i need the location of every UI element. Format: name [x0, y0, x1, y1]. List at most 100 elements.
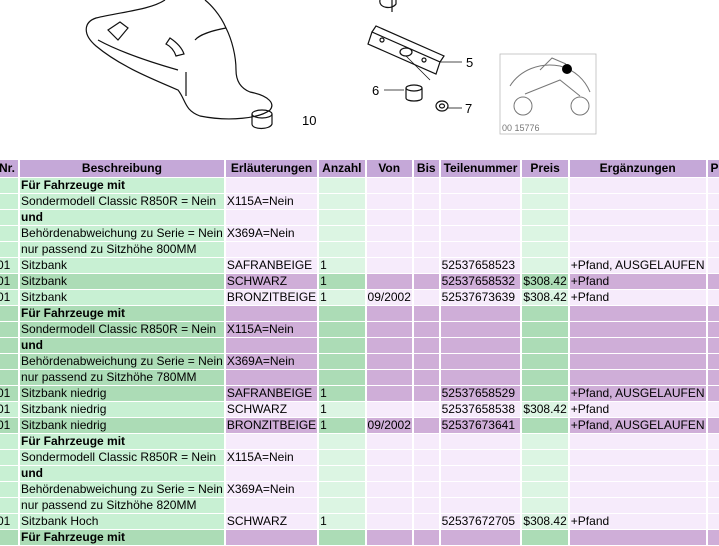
table-row[interactable]: 01 Sitzbank niedrig BRONZITBEIGE 1 09/2002 52… [0, 418, 719, 433]
condition-text: nur passend zu Sitzhöhe 800MM [20, 242, 224, 257]
condition-text: Behördenabweichung zu Serie = Nein [20, 482, 224, 497]
grommet-7 [435, 100, 449, 112]
table-row[interactable]: 01 Sitzbank niedrig SAFRANBEIGE 1 5253765852… [0, 386, 719, 401]
condition-code: X115A=Nein [225, 194, 318, 209]
valid-from-cell [366, 386, 412, 401]
column-header[interactable]: Erläuterungen [225, 160, 318, 177]
quantity-cell: 1 [319, 274, 365, 289]
empty-cell [440, 178, 521, 193]
column-header[interactable]: Ergänzungen [569, 160, 706, 177]
empty-cell [319, 338, 365, 353]
condition-label: nur passend zu Sitzhöhe 800MM [21, 242, 197, 256]
condition-text: Sondermodell Classic R850R = Nein [20, 194, 224, 209]
explanation-cell: SAFRANBEIGE [225, 386, 318, 401]
empty-cell [413, 450, 439, 465]
quantity-cell: 1 [319, 418, 365, 433]
empty-cell [0, 498, 19, 513]
quantity-cell: 1 [319, 402, 365, 417]
part-number-cell[interactable]: 52537658529 [440, 386, 521, 401]
table-row[interactable]: 01 Sitzbank BRONZITBEIGE 1 09/2002 5253767363… [0, 290, 719, 305]
column-header[interactable]: Bis [413, 160, 439, 177]
empty-cell [707, 210, 719, 225]
empty-cell [319, 370, 365, 385]
part-number-cell[interactable]: 52537658523 [440, 258, 521, 273]
empty-cell [707, 530, 719, 545]
empty-cell [707, 434, 719, 449]
column-header[interactable]: Beschreibung [20, 160, 224, 177]
empty-cell [319, 322, 365, 337]
empty-cell [569, 242, 706, 257]
column-header[interactable]: Teilenummer [440, 160, 521, 177]
empty-cell [569, 354, 706, 369]
empty-cell [522, 242, 568, 257]
location-marker [562, 64, 572, 74]
empty-cell [319, 466, 365, 481]
empty-cell [707, 242, 719, 257]
ph-cell [707, 290, 719, 305]
empty-cell [0, 338, 19, 353]
part-number-cell[interactable]: 52537673639 [440, 290, 521, 305]
empty-cell [0, 466, 19, 481]
bracket-drawing [367, 0, 445, 75]
condition-label: nur passend zu Sitzhöhe 780MM [21, 370, 197, 384]
empty-cell [569, 434, 706, 449]
empty-cell [413, 498, 439, 513]
valid-until-cell [413, 402, 439, 417]
empty-cell [413, 482, 439, 497]
table-row[interactable]: 01 Sitzbank niedrig SCHWARZ 1 52537658538 $30… [0, 402, 719, 417]
table-row[interactable]: 01 Sitzbank SAFRANBEIGE 1 52537658523 +Pfand,… [0, 258, 719, 273]
price-cell [522, 418, 568, 433]
description-cell: Sitzbank [20, 258, 224, 273]
price-cell [522, 258, 568, 273]
supplements-cell: +Pfand [569, 514, 706, 529]
table-row[interactable]: 01 Sitzbank Hoch SCHWARZ 1 52537672705 $308.4… [0, 514, 719, 529]
empty-cell [440, 498, 521, 513]
empty-cell [0, 450, 19, 465]
column-header[interactable]: Ph [707, 160, 719, 177]
group-condition-row: Sondermodell Classic R850R = Nein X115A=N… [0, 194, 719, 209]
empty-cell [569, 210, 706, 225]
description-cell: Sitzbank [20, 274, 224, 289]
condition-text: Für Fahrzeuge mit [20, 306, 224, 321]
valid-from-cell [366, 514, 412, 529]
description-cell: Sitzbank niedrig [20, 386, 224, 401]
valid-until-cell [413, 258, 439, 273]
explanation-cell: BRONZITBEIGE [225, 290, 318, 305]
empty-cell [707, 450, 719, 465]
group-condition-row: und [0, 210, 719, 225]
motorcycle-thumbnail[interactable]: 00 15776 [499, 53, 597, 135]
part-number-cell[interactable]: 52537672705 [440, 514, 521, 529]
empty-cell [569, 450, 706, 465]
empty-cell [319, 434, 365, 449]
empty-cell [440, 242, 521, 257]
supplements-cell: +Pfand, AUSGELAUFEN [569, 386, 706, 401]
part-number-cell[interactable]: 52537658538 [440, 402, 521, 417]
empty-cell [440, 466, 521, 481]
valid-until-cell [413, 290, 439, 305]
valid-until-cell [413, 386, 439, 401]
empty-cell [0, 178, 19, 193]
empty-cell [522, 354, 568, 369]
group-condition-row: nur passend zu Sitzhöhe 820MM [0, 498, 719, 513]
part-number-cell[interactable]: 52537673641 [440, 418, 521, 433]
column-header[interactable]: Preis [522, 160, 568, 177]
column-header[interactable]: Nr. [0, 160, 19, 177]
empty-cell [0, 242, 19, 257]
condition-code: X115A=Nein [225, 450, 318, 465]
condition-label: Für Fahrzeuge mit [21, 530, 126, 544]
table-row[interactable]: 01 Sitzbank SCHWARZ 1 52537658532 $308.42 +Pfa… [0, 274, 719, 289]
quantity-cell: 1 [319, 258, 365, 273]
valid-from-cell: 09/2002 [366, 290, 412, 305]
ph-cell [707, 258, 719, 273]
quantity-cell: 1 [319, 290, 365, 305]
empty-cell [707, 482, 719, 497]
column-header[interactable]: Von [366, 160, 412, 177]
empty-cell [0, 434, 19, 449]
empty-cell [366, 482, 412, 497]
empty-cell [413, 466, 439, 481]
part-number-cell[interactable]: 52537658532 [440, 274, 521, 289]
item-number-cell: 01 [0, 274, 19, 289]
column-header[interactable]: Anzahl [319, 160, 365, 177]
group-condition-row: und [0, 338, 719, 353]
parts-table-body: Für Fahrzeuge mit Sondermodell Classic R8… [0, 178, 719, 545]
